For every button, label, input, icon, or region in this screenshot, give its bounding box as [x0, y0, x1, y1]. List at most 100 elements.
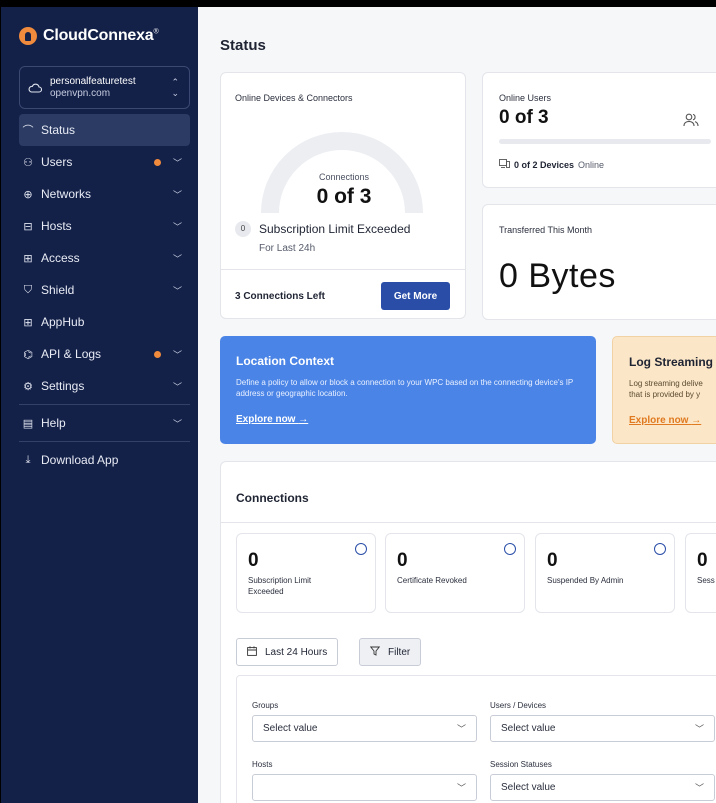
- online-users-card: Online Users 0 of 3 0 of 2 Devices Onlin…: [482, 72, 716, 188]
- users-devices-select[interactable]: Select value ﹀: [490, 715, 715, 742]
- location-context-banner: Location Context Define a policy to allo…: [220, 336, 596, 444]
- card-label: Transferred This Month: [499, 225, 593, 235]
- filter-button[interactable]: Filter: [359, 638, 422, 666]
- sidebar-nav: ⌒ Status ⚇ Users ﹀ ⊕ Networks ﹀ ⊟ Hosts …: [19, 114, 190, 476]
- radio-button[interactable]: [504, 543, 516, 555]
- transferred-value: 0 Bytes: [499, 257, 616, 295]
- tenant-text: personalfeaturetest openvpn.com: [50, 76, 163, 100]
- banner-title: Location Context: [236, 354, 334, 368]
- sidebar-item-label: Access: [41, 251, 80, 265]
- banner-description: Log streaming delive that is provided by …: [629, 379, 703, 399]
- limit-text: Subscription Limit Exceeded: [259, 222, 411, 236]
- sidebar-item-networks[interactable]: ⊕ Networks ﹀: [19, 178, 190, 210]
- sidebar-item-apphub[interactable]: ⊞ AppHub: [19, 306, 190, 338]
- tenant-name: personalfeaturetest: [50, 75, 136, 87]
- banner-title: Log Streaming: [629, 355, 714, 369]
- notification-dot: [153, 158, 161, 166]
- sidebar-item-label: Download App: [41, 453, 119, 467]
- sidebar-item-hosts[interactable]: ⊟ Hosts ﹀: [19, 210, 190, 242]
- limit-row[interactable]: 0 Subscription Limit Exceeded: [235, 221, 410, 237]
- stat-suspended-by-admin[interactable]: 0 Suspended By Admin: [535, 533, 675, 613]
- stat-certificate-revoked[interactable]: 0 Certificate Revoked: [385, 533, 525, 613]
- chevron-down-icon: ﹀: [172, 285, 182, 296]
- server-icon: ⊟: [23, 220, 33, 233]
- cloudconnexa-logo-icon: [19, 27, 37, 45]
- hosts-select[interactable]: ﹀: [252, 774, 477, 801]
- apps-icon: ⊞: [23, 316, 33, 329]
- chevron-down-icon: ﹀: [694, 724, 704, 734]
- card-label: Online Devices & Connectors: [235, 93, 353, 103]
- stat-subscription-limit[interactable]: 0 Subscription Limit Exceeded: [236, 533, 376, 613]
- connections-card: Connections 0 Subscription Limit Exceede…: [220, 461, 716, 803]
- limit-count-badge: 0: [235, 221, 251, 237]
- card-divider: [221, 269, 465, 270]
- filter-panel: Groups Select value ﹀ Users / Devices Se…: [236, 675, 716, 803]
- sidebar-item-help[interactable]: ▤ Help ﹀: [19, 407, 190, 439]
- book-icon: ▤: [22, 417, 34, 430]
- users-icon: ⚇: [23, 156, 33, 169]
- chevron-down-icon: ﹀: [172, 253, 182, 264]
- date-range-button[interactable]: Last 24 Hours: [236, 638, 339, 666]
- sidebar-item-label: Status: [41, 123, 76, 137]
- sidebar-item-users[interactable]: ⚇ Users ﹀: [19, 146, 190, 178]
- radio-button[interactable]: [654, 543, 666, 555]
- calendar-icon: [247, 645, 257, 659]
- log-streaming-banner: Log Streaming Log streaming delive that i…: [612, 336, 716, 444]
- stat-value: 0: [248, 550, 259, 571]
- select-value: Select value: [501, 782, 556, 793]
- chevron-down-icon: ﹀: [456, 783, 466, 793]
- sidebar-item-label: Settings: [41, 379, 85, 393]
- session-statuses-select[interactable]: Select value ﹀: [490, 774, 715, 801]
- brand[interactable]: CloudConnexa®: [19, 27, 159, 45]
- chevron-down-icon: ﹀: [694, 783, 704, 793]
- sidebar-divider: [19, 441, 190, 442]
- sidebar-item-label: Shield: [41, 283, 75, 297]
- cloud-icon: [28, 83, 42, 93]
- sidebar-item-api-logs[interactable]: ⌬ API & Logs ﹀: [19, 338, 190, 370]
- page-title: Status: [220, 37, 266, 54]
- sidebar-item-label: Help: [41, 416, 66, 430]
- groups-select[interactable]: Select value ﹀: [252, 715, 477, 742]
- stat-session[interactable]: 0 Sess: [685, 533, 716, 613]
- chevron-down-icon: ﹀: [172, 157, 182, 168]
- devices-online-suffix: Online: [578, 159, 605, 170]
- sidebar-item-access[interactable]: ⊞ Access ﹀: [19, 242, 190, 274]
- chevron-down-icon: ﹀: [172, 418, 182, 429]
- gauge-value: 0 of 3: [316, 185, 372, 208]
- sidebar-item-status[interactable]: ⌒ Status: [19, 114, 190, 146]
- banner-description: Define a policy to allow or block a conn…: [236, 378, 574, 398]
- select-value: Select value: [263, 723, 318, 734]
- stat-label: Sess: [697, 576, 715, 585]
- stat-label: Certificate Revoked: [397, 576, 467, 585]
- download-icon: ⤓: [25, 453, 31, 466]
- connections-left: 3 Connections Left: [235, 291, 326, 302]
- link-text: Explore now: [236, 414, 296, 425]
- api-icon: ⌬: [23, 348, 33, 361]
- gear-icon: ⚙: [23, 380, 33, 393]
- radio-button[interactable]: [355, 543, 367, 555]
- sidebar-item-settings[interactable]: ⚙ Settings ﹀: [19, 370, 190, 402]
- devices-online-count: 0 of 2 Devices: [514, 159, 575, 170]
- chevron-down-icon: ﹀: [172, 221, 182, 232]
- session-statuses-label: Session Statuses: [490, 760, 552, 769]
- card-divider: [221, 522, 716, 523]
- sidebar-item-shield[interactable]: ⛉ Shield ﹀: [19, 274, 190, 306]
- brand-name: CloudConnexa®: [43, 27, 159, 44]
- arrow-right-icon: →: [691, 415, 702, 426]
- explore-now-link[interactable]: Explore now →: [629, 415, 701, 426]
- tenant-switcher[interactable]: personalfeaturetest openvpn.com ⌃ ⌄: [19, 66, 190, 109]
- devices-icon: [499, 159, 510, 170]
- filter-icon: [369, 646, 381, 659]
- sidebar-item-label: AppHub: [41, 315, 85, 329]
- stat-value: 0: [547, 550, 558, 571]
- select-value: Select value: [501, 723, 556, 734]
- users-icon[interactable]: [683, 113, 703, 133]
- transferred-card: Transferred This Month 0 Bytes: [482, 204, 716, 320]
- card-label: Online Users: [499, 93, 552, 103]
- sidebar-item-download-app[interactable]: ⤓ Download App: [19, 444, 190, 476]
- explore-now-link[interactable]: Explore now →: [236, 414, 308, 425]
- app-frame: CloudConnexa® personalfeaturetest openvp…: [0, 0, 716, 803]
- notification-dot: [153, 350, 161, 358]
- chevron-up-down-icon: ⌃ ⌄: [171, 76, 179, 98]
- get-more-button[interactable]: Get More: [381, 282, 450, 310]
